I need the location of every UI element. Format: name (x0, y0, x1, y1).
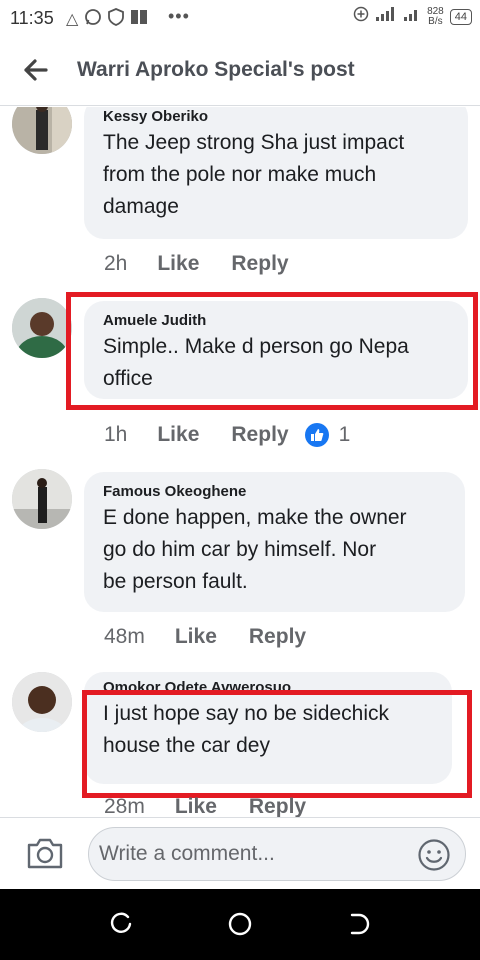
like-button[interactable]: Like (175, 625, 217, 649)
comment-text-line: go do him car by himself. Nor (103, 538, 377, 561)
like-button[interactable]: Like (157, 252, 199, 276)
comment-placeholder: Write a comment... (99, 842, 275, 865)
comment-text-line: The Jeep strong Sha just impact (103, 131, 405, 154)
smiley-icon (418, 839, 450, 871)
comment-author[interactable]: Kessy Oberiko (103, 107, 449, 127)
notification-icons: △ (66, 8, 148, 31)
back-arrow-icon (24, 59, 48, 81)
avatar[interactable] (12, 298, 72, 358)
comment-composer: Write a comment... (0, 817, 480, 889)
signal-icon (375, 6, 397, 27)
thumbs-up-icon (304, 423, 329, 447)
comment-time[interactable]: 28m (104, 795, 145, 817)
back-button[interactable] (20, 54, 52, 86)
system-nav-bar (0, 889, 480, 960)
camera-button[interactable] (26, 836, 64, 870)
status-bar: 11:35 △ ••• 828 B/s 44 (0, 0, 480, 36)
comment-input[interactable]: Write a comment... (88, 827, 466, 881)
like-button[interactable]: Like (157, 423, 199, 447)
comment-time[interactable]: 2h (104, 252, 127, 276)
camera-icon (27, 838, 63, 869)
avatar[interactable] (12, 469, 72, 529)
comment-actions: 48m Like Reply (104, 625, 306, 649)
comment-text: E done happen, make the owner go do him … (103, 502, 446, 598)
status-time: 11:35 (10, 8, 54, 28)
reply-button[interactable]: Reply (249, 795, 306, 817)
reply-button[interactable]: Reply (249, 625, 306, 649)
comment-text-line: damage (103, 195, 179, 218)
page-title: Warri Aproko Special's post (77, 58, 355, 81)
recent-apps-icon (110, 912, 132, 933)
comment-text: The Jeep strong Sha just impact from the… (103, 127, 449, 223)
comment-text-line: be person fault. (103, 570, 248, 593)
warning-icon: △ (66, 10, 79, 28)
more-notifications-icon: ••• (168, 6, 190, 26)
red-highlight-box (66, 292, 478, 410)
comment-text-line: from the pole nor make much (103, 163, 377, 186)
recent-apps-button[interactable] (108, 911, 134, 937)
comment-text-line: E done happen, make the owner (103, 506, 407, 529)
data-saver-icon (353, 6, 369, 27)
comment-time[interactable]: 48m (104, 625, 145, 649)
signal-2-icon (403, 6, 421, 27)
network-speed: 828 B/s (427, 5, 444, 27)
post-header: Warri Aproko Special's post (0, 36, 480, 106)
avatar[interactable] (12, 107, 72, 154)
comment-actions: 28m Like Reply (104, 795, 306, 817)
reaction-summary[interactable]: 1 (304, 423, 351, 447)
whatsapp-icon (84, 8, 102, 31)
like-button[interactable]: Like (175, 795, 217, 817)
comment-actions: 1h Like Reply 1 (104, 423, 350, 447)
home-icon (228, 912, 252, 936)
speed-value: 828 (427, 5, 444, 17)
comment-actions: 2h Like Reply (104, 252, 289, 276)
back-nav-icon (350, 913, 370, 935)
comment-bubble: Famous Okeoghene E done happen, make the… (84, 472, 465, 612)
comment-list: Kessy Oberiko The Jeep strong Sha just i… (0, 107, 480, 817)
reply-button[interactable]: Reply (231, 252, 288, 276)
comment-bubble: Kessy Oberiko The Jeep strong Sha just i… (84, 107, 468, 239)
book-icon (130, 9, 148, 30)
battery-icon: 44 (449, 8, 472, 25)
home-button[interactable] (227, 911, 253, 937)
comment-author[interactable]: Famous Okeoghene (103, 482, 446, 502)
reply-button[interactable]: Reply (231, 423, 288, 447)
comment-time[interactable]: 1h (104, 423, 127, 447)
status-right: 828 B/s 44 (353, 6, 472, 27)
speed-unit: B/s (428, 15, 443, 27)
shield-icon (108, 8, 125, 31)
avatar[interactable] (12, 672, 72, 732)
emoji-button[interactable] (417, 838, 451, 872)
back-nav-button[interactable] (346, 911, 372, 937)
reaction-count: 1 (338, 423, 351, 446)
red-highlight-box (82, 690, 472, 798)
